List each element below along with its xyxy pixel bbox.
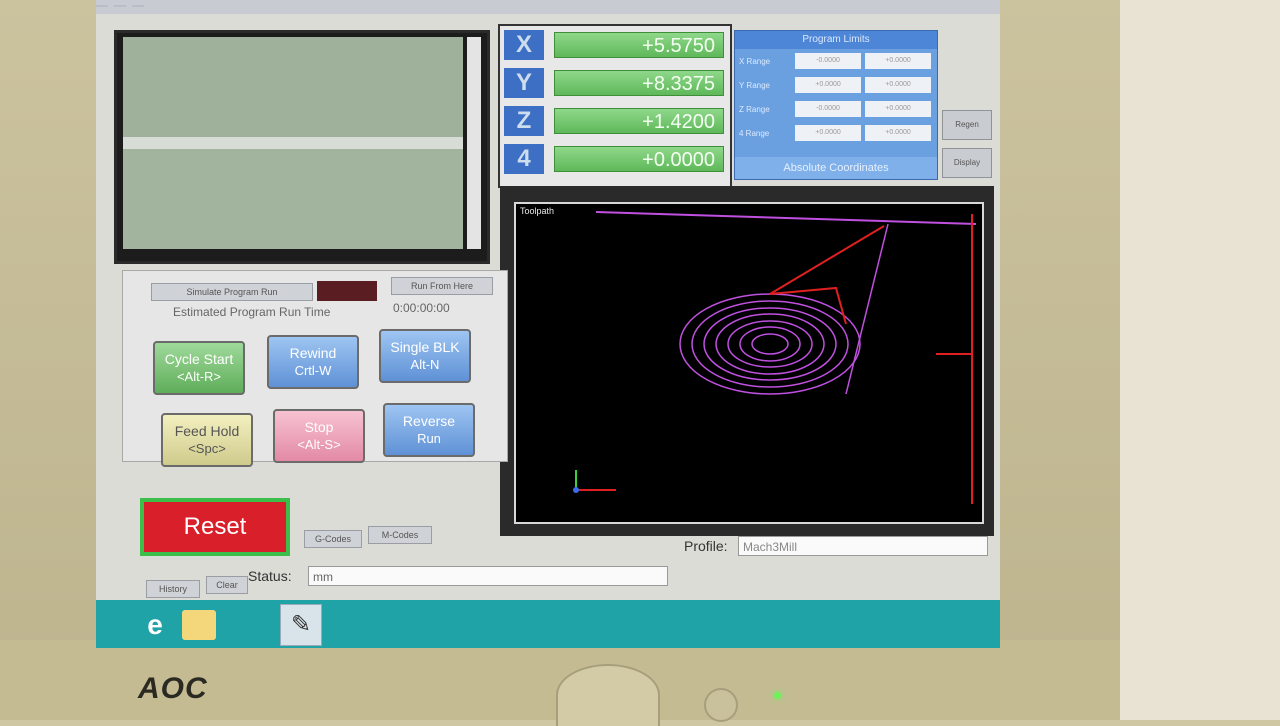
mach3-window: X +5.5750 Y +8.3375 Z +1.4200 4 +0.0000 … <box>96 0 1000 648</box>
estimated-run-time-value: 0:00:00:00 <box>393 301 450 315</box>
status-field: mm <box>308 566 668 586</box>
mcodes-button[interactable]: M-Codes <box>368 526 432 544</box>
limit-min: +0.0000 <box>795 77 861 93</box>
gcode-lower-pane <box>123 149 463 249</box>
dro-panel: X +5.5750 Y +8.3375 Z +1.4200 4 +0.0000 <box>498 24 732 188</box>
internet-explorer-icon[interactable]: e <box>138 608 172 642</box>
spiral-path <box>679 293 861 395</box>
axis-label-x[interactable]: X <box>504 30 544 60</box>
program-limits-panel: Program Limits X Range -0.0000 +0.0000 Y… <box>734 30 938 180</box>
cycle-start-label: Cycle Start <box>164 351 234 367</box>
toolpath-drawing <box>573 211 977 504</box>
limit-name: Z Range <box>739 104 770 114</box>
stop-button[interactable]: Stop <Alt-S> <box>273 409 365 463</box>
background-wall <box>1110 0 1280 720</box>
axis-value-y[interactable]: +8.3375 <box>554 70 724 96</box>
reverse-run-button[interactable]: Reverse Run <box>383 403 475 457</box>
limit-max: +0.0000 <box>865 101 931 117</box>
axis-label-4[interactable]: 4 <box>504 144 544 174</box>
rewind-shortcut: Crtl-W <box>294 363 332 378</box>
power-button[interactable] <box>556 664 660 726</box>
axis-value-z[interactable]: +1.4200 <box>554 108 724 134</box>
clear-button[interactable]: Clear <box>206 576 248 594</box>
toolpath-tag: Toolpath <box>520 206 555 216</box>
limit-min: -0.0000 <box>795 53 861 69</box>
profile-label: Profile: <box>684 538 728 554</box>
limit-min: -0.0000 <box>795 101 861 117</box>
windows-taskbar: e ✎ <box>96 600 1000 648</box>
run-from-here-button[interactable]: Run From Here <box>391 277 493 295</box>
limit-row: 4 Range +0.0000 +0.0000 <box>735 121 937 145</box>
single-block-button[interactable]: Single BLK Alt-N <box>379 329 471 383</box>
display-mode-button[interactable]: Display Mode <box>942 148 992 195</box>
reverse-run-label: Reverse <box>402 413 456 429</box>
axis-label-z[interactable]: Z <box>504 106 544 136</box>
profile-field: Mach3Mill <box>738 536 988 556</box>
limit-row: Z Range -0.0000 +0.0000 <box>735 97 937 121</box>
gcode-scrollbar[interactable] <box>467 37 481 249</box>
rewind-label: Rewind <box>289 345 337 361</box>
dro-row-x: X +5.5750 <box>504 30 726 60</box>
limit-min: +0.0000 <box>795 125 861 141</box>
axis-value-x[interactable]: +5.5750 <box>554 32 724 58</box>
axis-label-y[interactable]: Y <box>504 68 544 98</box>
limit-max: +0.0000 <box>865 77 931 93</box>
rewind-button[interactable]: Rewind Crtl-W <box>267 335 359 389</box>
dro-row-z: Z +1.4200 <box>504 106 726 136</box>
limit-max: +0.0000 <box>865 125 931 141</box>
monitor-brand-logo: AOC <box>138 672 208 705</box>
tab-item[interactable] <box>96 5 108 7</box>
file-explorer-icon[interactable] <box>182 610 216 640</box>
program-run-panel: Simulate Program Run Run From Here Estim… <box>122 270 508 467</box>
simulate-program-run-button[interactable]: Simulate Program Run <box>151 283 313 301</box>
feed-hold-label: Feed Hold <box>174 423 240 439</box>
limit-row: Y Range +0.0000 +0.0000 <box>735 73 937 97</box>
gcode-display <box>114 30 490 264</box>
tab-item[interactable] <box>132 5 145 7</box>
program-limits-title: Program Limits <box>735 31 937 49</box>
limit-name: Y Range <box>739 80 770 90</box>
power-led <box>774 692 781 699</box>
reverse-run-label-2: Run <box>417 431 441 446</box>
stop-shortcut: <Alt-S> <box>297 437 341 452</box>
single-block-shortcut: Alt-N <box>410 357 440 372</box>
absolute-coordinates-label: Absolute Coordinates <box>735 157 937 179</box>
run-indicator-led <box>317 281 377 301</box>
regen-toolpath-button[interactable]: Regen Toolpath <box>942 110 992 157</box>
feed-hold-shortcut: <Spc> <box>188 441 226 456</box>
tab-item[interactable] <box>114 5 127 7</box>
tab-strip <box>96 0 1000 14</box>
mach3-taskbar-icon[interactable]: ✎ <box>280 604 322 646</box>
toolpath-frame: Toolpath <box>500 186 994 536</box>
gcode-current-line <box>123 137 463 149</box>
stop-label: Stop <box>304 419 334 435</box>
limit-name: 4 Range <box>739 128 770 138</box>
cycle-start-button[interactable]: Cycle Start <Alt-R> <box>153 341 245 395</box>
axis-value-4[interactable]: +0.0000 <box>554 146 724 172</box>
dro-row-y: Y +8.3375 <box>504 68 726 98</box>
limit-name: X Range <box>739 56 771 66</box>
menu-button[interactable] <box>704 688 738 722</box>
feed-hold-button[interactable]: Feed Hold <Spc> <box>161 413 253 467</box>
single-block-label: Single BLK <box>390 339 460 355</box>
dro-row-4: 4 +0.0000 <box>504 144 726 174</box>
limit-max: +0.0000 <box>865 53 931 69</box>
history-button[interactable]: History <box>146 580 200 598</box>
toolpath-view[interactable]: Toolpath <box>514 202 984 524</box>
reset-button[interactable]: Reset <box>140 498 290 556</box>
estimated-run-time-label: Estimated Program Run Time <box>173 305 331 319</box>
status-label: Status: <box>248 568 292 584</box>
cycle-start-shortcut: <Alt-R> <box>176 369 222 384</box>
gcode-upper-pane <box>123 37 463 137</box>
limit-row: X Range -0.0000 +0.0000 <box>735 49 937 73</box>
gcodes-button[interactable]: G-Codes <box>304 530 362 548</box>
